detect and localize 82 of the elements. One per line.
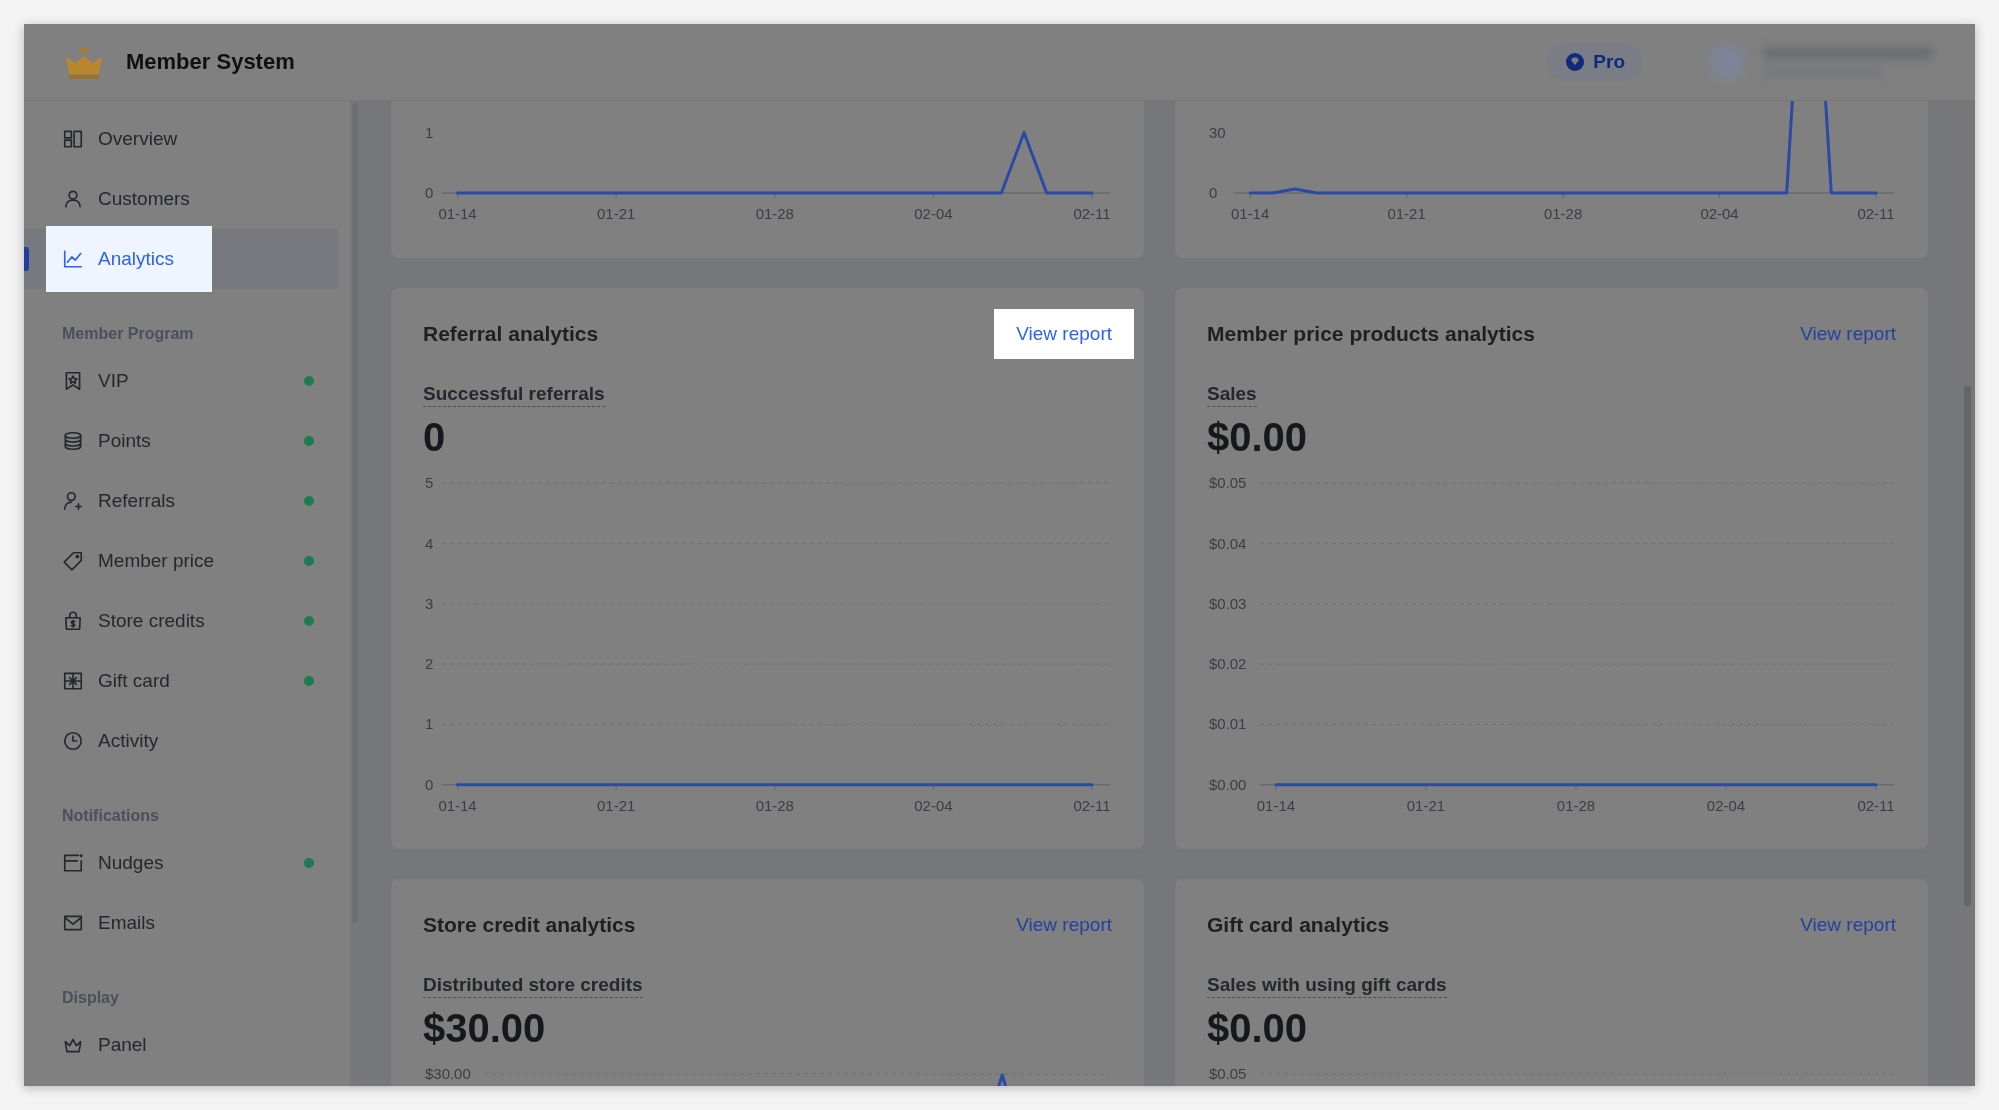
crown-logo [64, 44, 104, 80]
sidebar-item[interactable]: Points [24, 411, 338, 471]
line-chart-icon [62, 248, 84, 270]
axis-label: 1 [425, 715, 434, 733]
axis-label: $0.05 [1209, 1065, 1247, 1082]
app-title: Member System [126, 49, 295, 75]
axis-label: 0 [425, 775, 434, 793]
metric-label: Distributed store credits [423, 973, 643, 998]
axis-label: 01-28 [755, 796, 794, 814]
axis-label: 01-28 [1543, 204, 1583, 222]
axis-label: 0 [1209, 183, 1218, 201]
axis-label: $0.00 [1209, 775, 1247, 793]
metric-value: $30.00 [423, 1005, 547, 1052]
axis-label: 02-04 [914, 796, 953, 814]
panel-icon [62, 852, 84, 874]
card-title: Gift card analytics [1207, 913, 1390, 937]
axis-label: 01-21 [597, 204, 636, 222]
metric-value: $0.00 [1207, 1005, 1309, 1052]
metric-label: Sales [1207, 382, 1257, 407]
axis-label: 0 [425, 183, 434, 201]
axis-label: 01-28 [755, 204, 794, 222]
axis-label: 01-14 [1256, 796, 1296, 814]
view-report-link[interactable]: View report [1800, 323, 1896, 345]
tag-icon [62, 550, 84, 572]
metric-label: Sales with using gift cards [1207, 973, 1447, 998]
selection-indicator [24, 247, 29, 271]
axis-label: 01-21 [1387, 204, 1426, 222]
metric-value: 0 [423, 414, 447, 461]
metric-value: $0.00 [1207, 414, 1309, 461]
person-plus-icon [62, 490, 84, 512]
axis-label: 1 [425, 123, 434, 141]
axis-label: 02-04 [1700, 204, 1739, 222]
view-report-link[interactable]: View report [1016, 914, 1112, 936]
axis-label: 2 [425, 655, 434, 673]
axis-label: 01-28 [1556, 796, 1596, 814]
axis-label: $0.02 [1209, 655, 1247, 673]
dollar-bag-icon [62, 610, 84, 632]
axis-label: 02-11 [1857, 204, 1895, 222]
axis-label: 3 [425, 594, 434, 612]
axis-label: 02-04 [1706, 796, 1746, 814]
axis-label: 5 [425, 474, 434, 492]
gem-icon [1565, 52, 1586, 72]
axis-label: $0.05 [1209, 474, 1247, 492]
axis-label: $0.04 [1209, 534, 1247, 552]
metric-label: Successful referrals [423, 382, 605, 407]
axis-label: $0.03 [1209, 594, 1247, 612]
axis-label: 4 [425, 534, 434, 552]
axis-label: 02-04 [914, 204, 953, 222]
gift-card-icon [62, 670, 84, 692]
sidebar-item[interactable]: Panel [24, 1015, 338, 1075]
axis-label: 02-11 [1073, 796, 1111, 814]
sidebar-item[interactable]: Customers [24, 169, 338, 229]
sidebar-item[interactable]: Analytics [24, 229, 338, 289]
clock-icon [62, 730, 84, 752]
layout-icon [62, 128, 84, 150]
card-title: Referral analytics [423, 322, 599, 346]
sidebar-item[interactable]: Activity [24, 711, 338, 771]
sidebar-item[interactable]: Referrals [24, 471, 338, 531]
axis-label: $30.00 [425, 1065, 471, 1082]
axis-label: 30 [1209, 123, 1226, 141]
person-icon [62, 188, 84, 210]
axis-label: 01-14 [1231, 204, 1270, 222]
axis-label: 01-21 [597, 796, 636, 814]
axis-label: 02-11 [1857, 796, 1895, 814]
sidebar-item[interactable]: Nudges [24, 833, 338, 893]
axis-label: 01-14 [438, 796, 477, 814]
axis-label: $0.01 [1209, 715, 1247, 733]
view-report-link[interactable]: View report [1800, 914, 1896, 936]
axis-label: 01-14 [438, 204, 477, 222]
card-title: Store credit analytics [423, 913, 636, 937]
sidebar-item[interactable]: Member price [24, 531, 338, 591]
pro-badge[interactable]: Pro [1547, 43, 1643, 81]
card-title: Member price products analytics [1207, 322, 1535, 346]
sidebar-item[interactable]: VIP [24, 351, 338, 411]
axis-label: 01-21 [1406, 796, 1446, 814]
sidebar-item[interactable]: Gift card [24, 651, 338, 711]
sidebar-item[interactable]: Store credits [24, 591, 338, 651]
coin-stack-icon [62, 430, 84, 452]
sidebar-item[interactable]: Emails [24, 893, 338, 953]
sidebar-item[interactable]: Overview [24, 109, 338, 169]
view-report-link[interactable]: View report [994, 309, 1134, 359]
axis-label: 02-11 [1073, 204, 1111, 222]
